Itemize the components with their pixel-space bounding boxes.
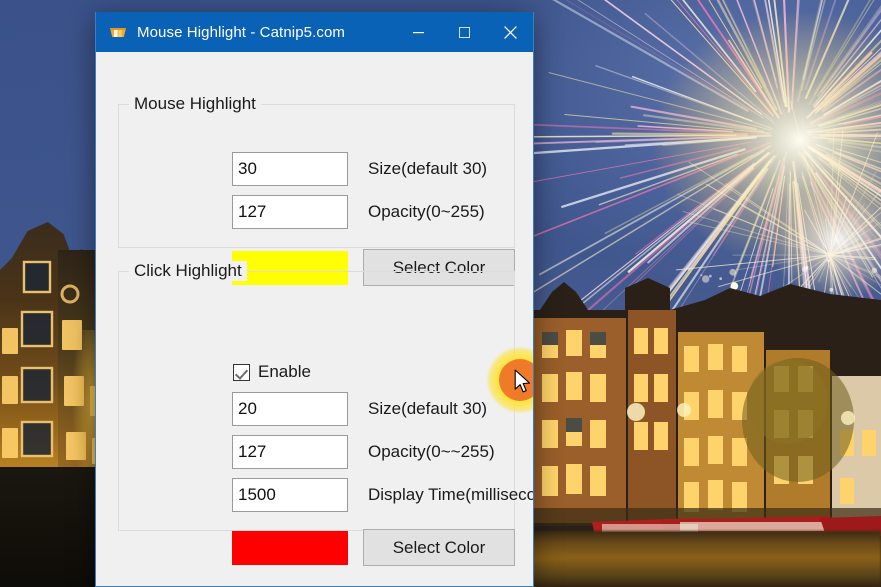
dialog-body: Mouse Highlight Size(default 30) Opacity… <box>96 52 533 586</box>
canal-boat-left <box>0 467 108 587</box>
enable-label: Enable <box>258 362 311 381</box>
click-display-time-label: Display Time(millisecond) <box>368 485 533 504</box>
mouse-size-input[interactable] <box>232 152 348 186</box>
click-enable-row[interactable]: Enable <box>233 362 311 382</box>
click-highlight-legend: Click Highlight <box>129 261 247 281</box>
mouse-opacity-row: Opacity(0~255) <box>232 195 485 229</box>
click-color-swatch[interactable] <box>232 530 348 565</box>
window-title: Mouse Highlight - Catnip5.com <box>137 23 345 41</box>
mouse-opacity-input[interactable] <box>232 195 348 229</box>
click-color-row: Select Color <box>232 529 515 566</box>
mouse-highlight-window: Mouse Highlight - Catnip5.com Mouse High… <box>95 12 534 587</box>
title-bar[interactable]: Mouse Highlight - Catnip5.com <box>96 12 533 52</box>
close-icon[interactable] <box>487 12 533 52</box>
click-opacity-label: Opacity(0~~255) <box>368 442 495 461</box>
canal-water <box>530 531 881 587</box>
click-size-row: Size(default 30) <box>232 392 487 426</box>
click-display-time-row: Display Time(millisecond) <box>232 478 533 512</box>
click-display-time-input[interactable] <box>232 478 348 512</box>
mouse-opacity-label: Opacity(0~255) <box>368 202 485 221</box>
mouse-pointer-icon <box>514 369 531 393</box>
enable-checkbox[interactable] <box>233 363 250 381</box>
click-opacity-row: Opacity(0~~255) <box>232 435 495 469</box>
app-logo-icon <box>109 23 127 41</box>
minimize-icon[interactable] <box>395 12 441 52</box>
window-controls <box>395 12 533 52</box>
click-size-input[interactable] <box>232 392 348 426</box>
mouse-size-label: Size(default 30) <box>368 159 488 178</box>
mouse-size-row: Size(default 30) <box>232 152 487 186</box>
mouse-highlight-legend: Mouse Highlight <box>129 94 261 114</box>
click-size-label: Size(default 30) <box>368 399 488 418</box>
click-select-color-button[interactable]: Select Color <box>363 529 515 566</box>
click-opacity-input[interactable] <box>232 435 348 469</box>
maximize-icon[interactable] <box>441 12 487 52</box>
